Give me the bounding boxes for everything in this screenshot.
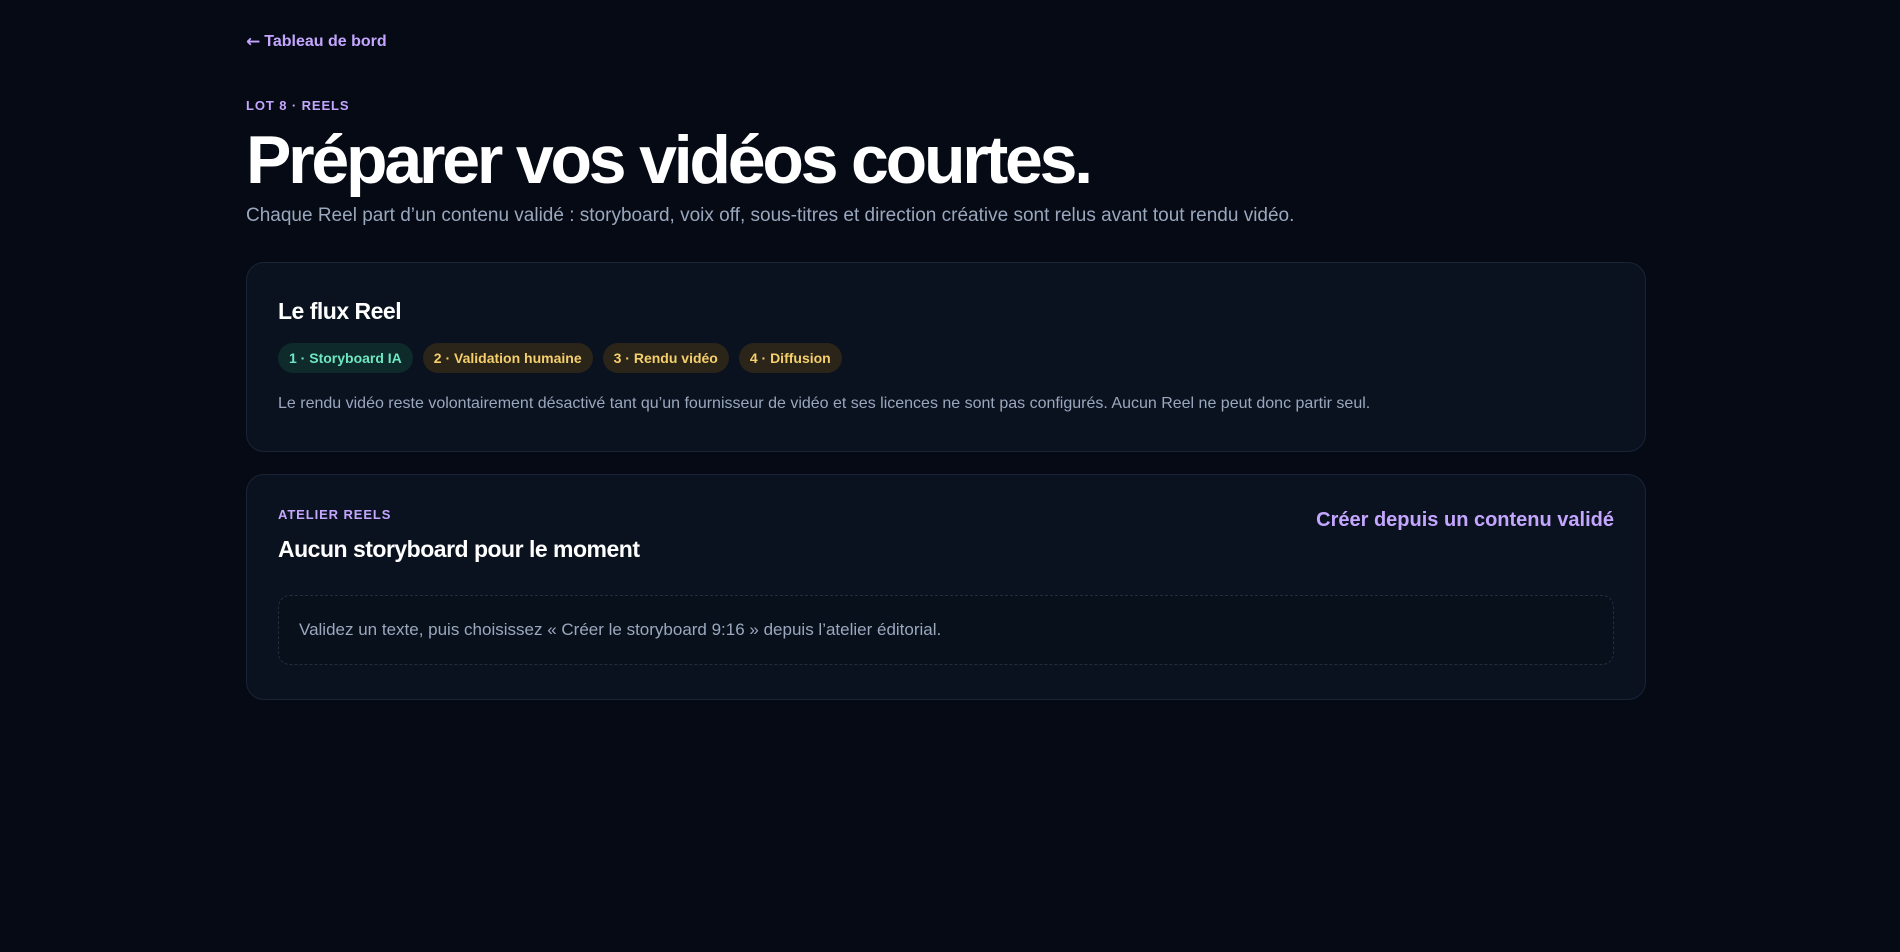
empty-state-message: Validez un texte, puis choisissez « Crée… — [299, 620, 942, 639]
page-title: Préparer vos vidéos courtes. — [246, 122, 1093, 198]
flow-steps: 1 · Storyboard IA 2 · Validation humaine… — [278, 343, 1614, 373]
workshop-heading-group: ATELIER REELS Aucun storyboard pour le m… — [278, 507, 640, 563]
empty-storyboard-state: Validez un texte, puis choisissez « Crée… — [278, 595, 1614, 665]
back-link-label: Tableau de bord — [264, 33, 387, 50]
step-chip-storyboard: 1 · Storyboard IA — [278, 343, 413, 373]
workshop-title: Aucun storyboard pour le moment — [278, 536, 640, 562]
reels-workshop-card: ATELIER REELS Aucun storyboard pour le m… — [246, 474, 1646, 700]
workshop-header: ATELIER REELS Aucun storyboard pour le m… — [278, 507, 1614, 563]
flow-title: Le flux Reel — [278, 298, 402, 324]
arrow-left-icon: ← — [246, 31, 261, 52]
back-to-dashboard-link[interactable]: ← Tableau de bord — [246, 32, 387, 52]
reel-flow-card: Le flux Reel 1 · Storyboard IA 2 · Valid… — [246, 262, 1646, 452]
workshop-eyebrow: ATELIER REELS — [278, 507, 392, 522]
reels-page: ← Tableau de bord LOT 8 · REELS Préparer… — [0, 0, 1900, 952]
step-chip-render: 3 · Rendu vidéo — [602, 343, 729, 373]
page-eyebrow: LOT 8 · REELS — [246, 98, 350, 113]
create-from-validated-content-link[interactable]: Créer depuis un contenu validé — [1316, 509, 1614, 532]
step-chip-validation: 2 · Validation humaine — [422, 343, 593, 373]
step-chip-diffusion: 4 · Diffusion — [738, 343, 842, 373]
flow-note: Le rendu vidéo reste volontairement désa… — [278, 395, 1371, 412]
page-subtitle: Chaque Reel part d’un contenu validé : s… — [246, 205, 1295, 226]
